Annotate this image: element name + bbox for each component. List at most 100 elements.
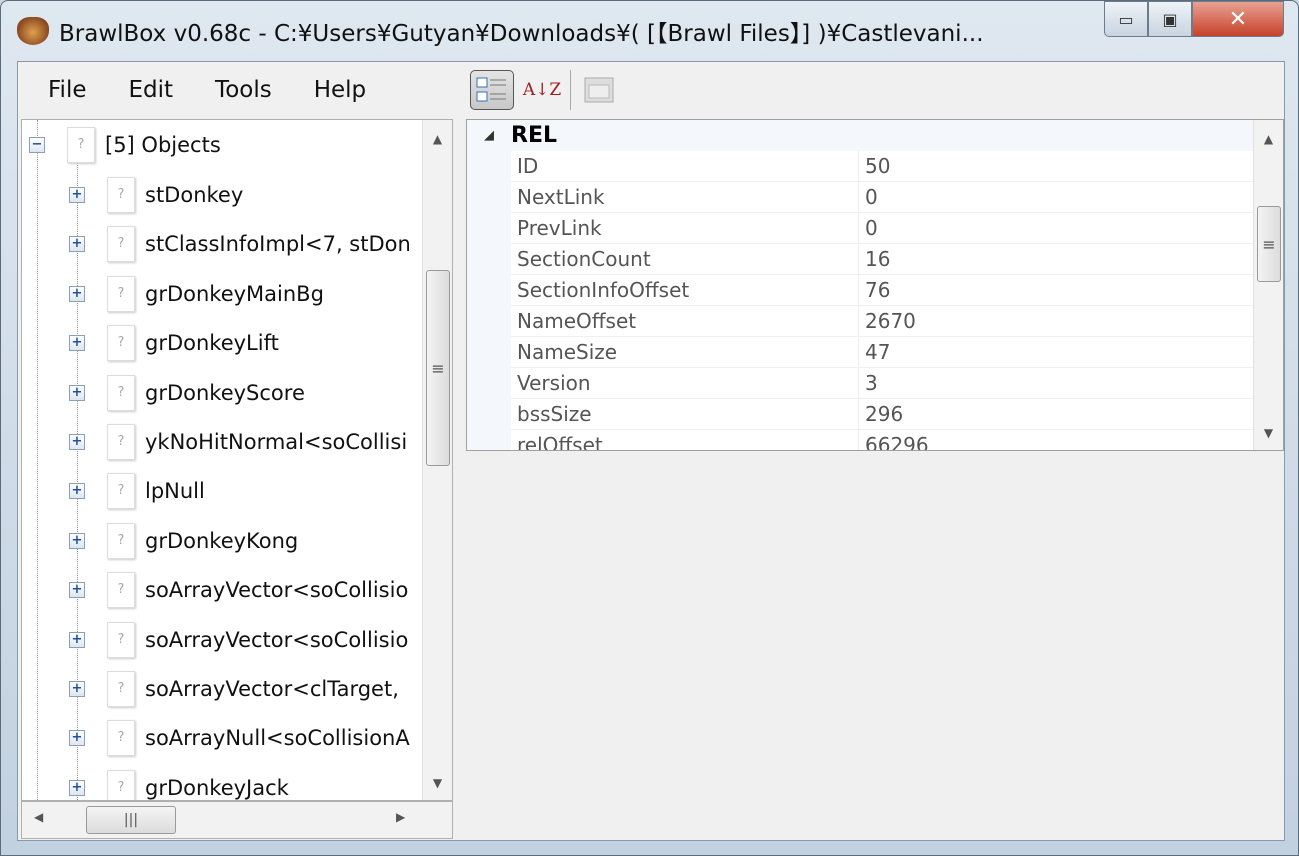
expand-icon[interactable]: + [69,187,85,203]
expand-icon[interactable]: + [69,779,85,796]
unknown-file-icon: ? [107,424,135,460]
property-row[interactable]: Version 3 [511,368,1253,399]
tree-horizontal-scrollbar[interactable]: ◀ ||| ▶ [21,801,453,839]
collapse-triangle-icon[interactable]: ◢ [467,128,511,143]
property-row[interactable]: ID 50 [511,151,1253,182]
property-row[interactable]: NameOffset 2670 [511,306,1253,337]
maximize-button[interactable]: ▣ [1148,1,1192,37]
expand-icon[interactable]: + [69,236,85,253]
property-row[interactable]: NextLink 0 [511,182,1253,213]
scroll-left-arrow[interactable]: ◀ [34,810,43,824]
property-row[interactable]: PrevLink 0 [511,213,1253,244]
property-name: ID [511,151,859,181]
property-value[interactable]: 66296 [859,430,929,450]
tree-node[interactable]: +? grDonkeyLift [69,323,279,363]
expand-icon[interactable]: + [69,285,85,302]
property-name: NameOffset [511,306,859,336]
property-row[interactable]: bssSize 296 [511,399,1253,430]
expand-icon[interactable]: + [69,681,85,697]
property-name: relOffset [511,430,859,450]
panel-splitter[interactable] [456,62,464,840]
category-label: REL [511,123,557,148]
tree-node-label: grDonkeyScore [145,380,305,405]
expand-icon[interactable]: + [69,384,85,401]
hscroll-thumb[interactable]: ||| [86,806,176,834]
unknown-file-icon: ? [107,522,135,559]
menu-edit[interactable]: Edit [129,77,174,103]
expand-icon[interactable]: + [69,434,85,450]
unknown-file-icon: ? [107,473,135,510]
category-rel[interactable]: ◢ REL [467,120,1253,151]
menu-bar: File Edit Tools Help [18,62,456,118]
scroll-up-arrow[interactable]: ▲ [1254,132,1283,146]
scroll-down-arrow[interactable]: ▼ [1254,426,1283,440]
tree-node-label: grDonkeyMainBg [145,281,324,306]
unknown-file-icon: ? [107,374,135,411]
property-value[interactable]: 0 [859,182,878,212]
grid-vertical-scrollbar[interactable]: ▲ ≡ ▼ [1253,120,1283,450]
property-name: SectionInfoOffset [511,275,859,305]
scroll-right-arrow[interactable]: ▶ [396,810,405,824]
tree-root-objects[interactable]: − ? [5] Objects [29,125,221,165]
tree-node[interactable]: +? soArrayNull<soCollisionA [69,718,410,758]
menu-tools[interactable]: Tools [215,77,272,103]
tree-node[interactable]: +? grDonkeyScore [69,373,305,413]
scroll-thumb[interactable]: ≡ [426,270,450,466]
expand-icon[interactable]: + [69,730,85,747]
tree-node-label: lpNull [145,479,205,504]
unknown-file-icon: ? [107,275,135,312]
property-row[interactable]: NameSize 47 [511,337,1253,368]
tree-node[interactable]: +? grDonkeyKong [69,521,298,561]
sort-az-icon: A↓Z [522,80,562,100]
tree-node-label: grDonkeyKong [145,528,299,553]
property-name: NameSize [511,337,859,367]
tree-node[interactable]: +? soArrayVector<soCollisio [69,570,408,610]
tree-node[interactable]: +? soArrayVector<soCollisio [69,620,408,660]
tree-node[interactable]: +? lpNull [69,471,205,511]
property-value[interactable]: 16 [859,244,890,274]
resource-tree[interactable]: − ? [5] Objects ▲ ≡ ▼ +? stDonkey +? stClas… [21,119,453,801]
close-button[interactable]: ✕ [1192,1,1284,37]
expand-icon[interactable]: + [69,582,85,599]
property-value[interactable]: 3 [859,368,878,398]
toolbar-separator [570,70,571,110]
unknown-file-icon: ? [107,226,135,263]
property-value[interactable]: 50 [859,151,890,181]
property-row[interactable]: SectionInfoOffset 76 [511,275,1253,306]
expand-icon[interactable]: + [69,532,85,549]
property-toolbar: A↓Z [466,62,1284,118]
expand-icon[interactable]: + [69,335,85,352]
expand-icon[interactable]: + [69,483,85,500]
property-value[interactable]: 0 [859,213,878,243]
scroll-up-arrow[interactable]: ▲ [423,132,452,146]
tree-node[interactable]: +? stClassInfoImpl<7, stDon [69,224,411,264]
alphabetical-sort-button[interactable]: A↓Z [520,70,564,110]
unknown-file-icon: ? [107,177,135,213]
tree-node[interactable]: +? soArrayVector<clTarget, [69,669,399,709]
expand-icon[interactable]: + [69,631,85,648]
property-value[interactable]: 76 [859,275,890,305]
tree-node[interactable]: +? stDonkey [69,175,243,215]
property-row[interactable]: SectionCount 16 [511,244,1253,275]
scroll-down-arrow[interactable]: ▼ [423,776,452,790]
tree-node[interactable]: +? ykNoHitNormal<soCollisi [69,422,407,462]
menu-help[interactable]: Help [314,77,366,103]
property-value[interactable]: 47 [859,337,890,367]
window-title: BrawlBox v0.68c - C:¥Users¥Gutyan¥Downlo… [59,21,984,47]
property-grid[interactable]: ◢ REL ▲ ≡ ▼ ID 50 NextLink 0 PrevLink 0 Sectio… [466,119,1284,451]
tree-node[interactable]: +? grDonkeyJack [69,768,289,800]
minimize-button[interactable]: ▭ [1104,1,1148,37]
unknown-file-icon: ? [107,720,135,757]
tree-node[interactable]: +? grDonkeyMainBg [69,274,324,314]
tree-node-label: soArrayVector<soCollisio [145,627,409,652]
tree-vertical-scrollbar[interactable]: ▲ ≡ ▼ [422,120,452,800]
property-row[interactable]: relOffset 66296 [511,430,1253,450]
property-pages-button[interactable] [577,70,621,110]
scroll-thumb[interactable]: ≡ [1257,206,1281,282]
property-value[interactable]: 296 [859,399,903,429]
property-value[interactable]: 2670 [859,306,916,336]
property-name: NextLink [511,182,859,212]
menu-file[interactable]: File [48,77,87,103]
collapse-icon[interactable]: − [29,137,45,153]
categorized-view-button[interactable] [470,70,514,110]
